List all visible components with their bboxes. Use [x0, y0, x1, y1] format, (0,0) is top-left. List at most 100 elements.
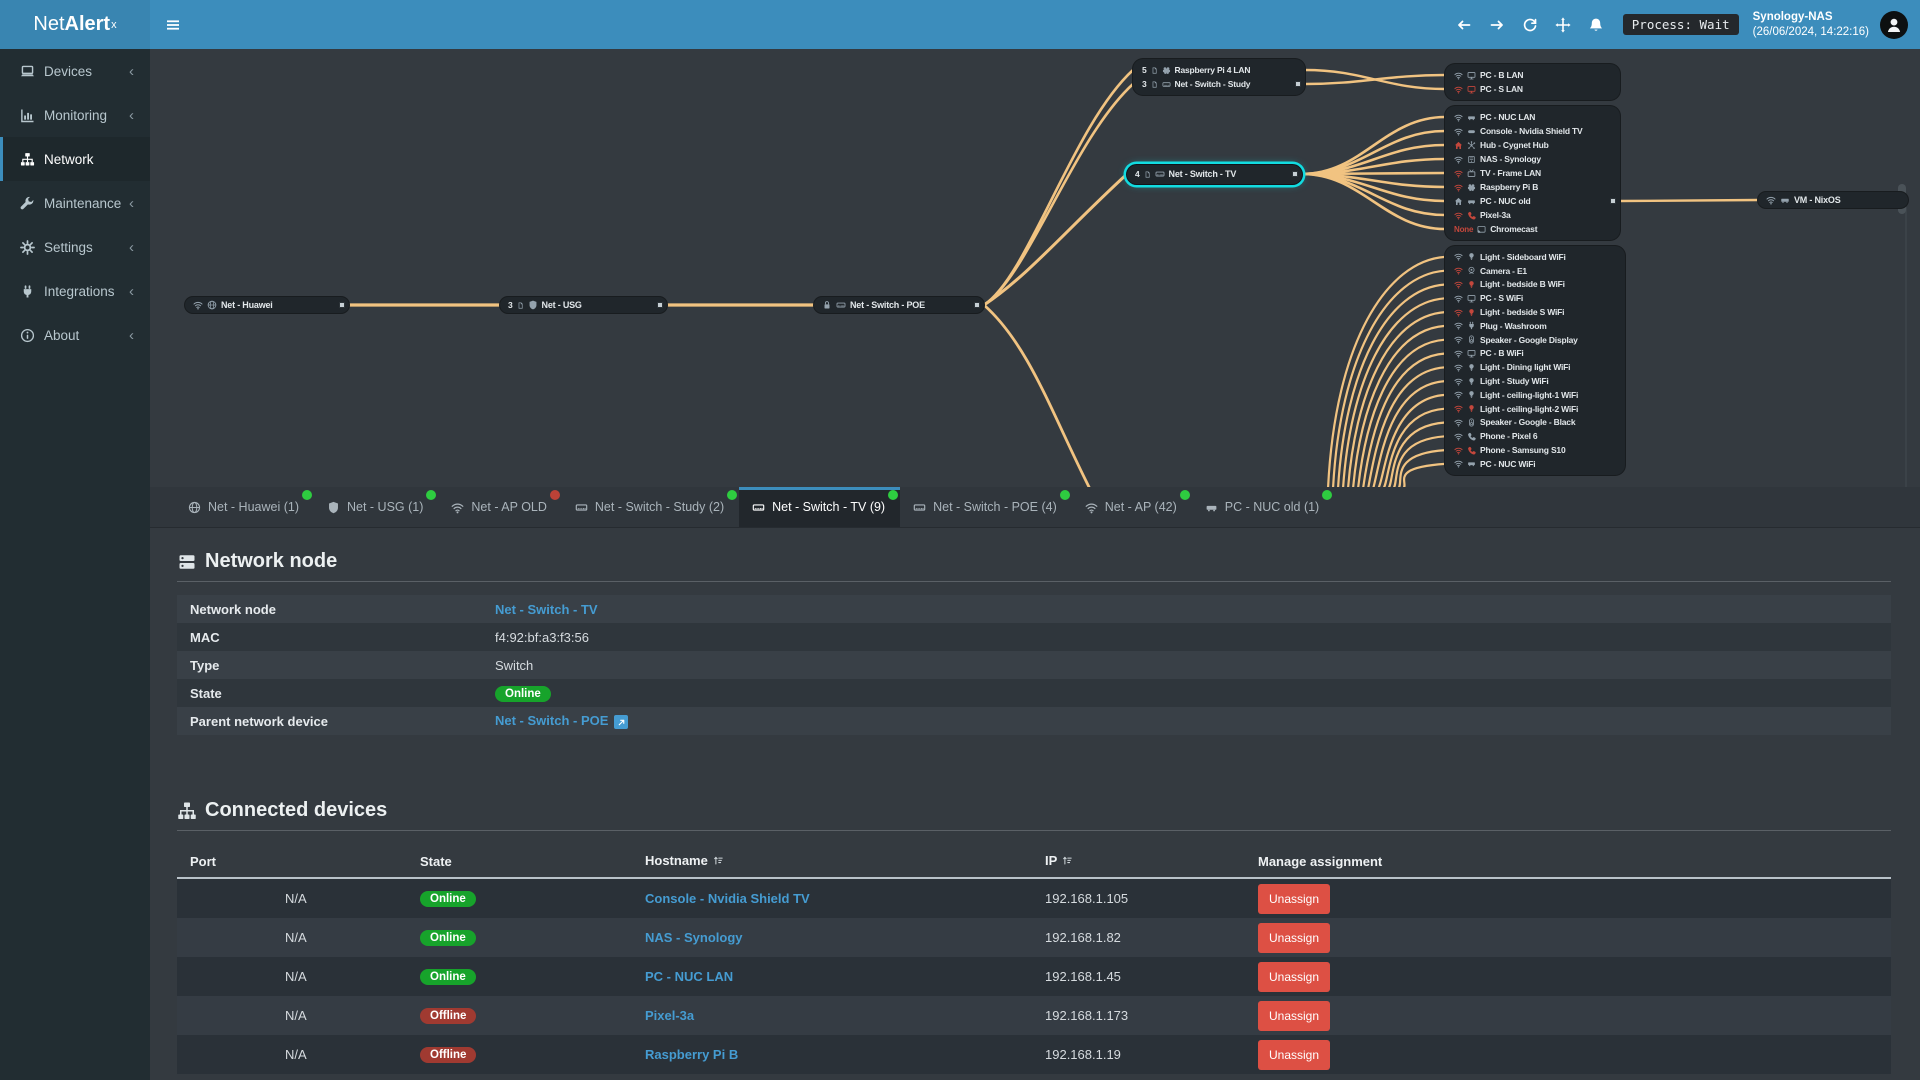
graph-node-net-usg[interactable]: 3 Net - USG: [500, 297, 667, 313]
unassign-button[interactable]: Unassign: [1258, 1000, 1331, 1031]
graph-device-pixel-3a[interactable]: Pixel-3a: [1445, 208, 1620, 222]
state-badge: Online: [495, 685, 551, 702]
sidebar-item-devices[interactable]: Devices ‹: [0, 49, 150, 93]
graph-device-light-bedside-s-wifi[interactable]: Light - bedside S WiFi: [1445, 305, 1625, 319]
sort-icon[interactable]: [713, 854, 724, 869]
graph-device-pc-s-lan[interactable]: PC - S LAN: [1445, 82, 1620, 96]
tab-net-switch-poe-4[interactable]: Net - Switch - POE (4): [900, 487, 1072, 527]
graph-device-pc-nuc-wifi[interactable]: PC - NUC WiFi: [1445, 457, 1625, 471]
device-label: PC - NUC WiFi: [1480, 458, 1536, 469]
sidebar-item-integrations[interactable]: Integrations ‹: [0, 269, 150, 313]
nic-icon: [1205, 501, 1218, 514]
tab-net-switch-study-2[interactable]: Net - Switch - Study (2): [562, 487, 739, 527]
column-header-ip[interactable]: IP: [1045, 853, 1258, 869]
table-header-row: Port State Hostname IP Manage assignment: [177, 845, 1891, 879]
graph-device-chromecast[interactable]: None Chromecast: [1445, 222, 1620, 236]
eth-icon: [1155, 169, 1165, 179]
column-header-label: Hostname: [645, 853, 708, 868]
bulb-icon: [1467, 308, 1476, 317]
unassign-button[interactable]: Unassign: [1258, 1039, 1331, 1070]
graph-node-net-switch-tv[interactable]: 4 Net - Switch - TV: [1127, 164, 1302, 184]
graph-device-pc-nuc-lan[interactable]: PC - NUC LAN: [1445, 110, 1620, 124]
unassign-button[interactable]: Unassign: [1258, 883, 1331, 914]
wifi-icon: [1766, 195, 1776, 205]
action-cell: Unassign: [1258, 961, 1891, 992]
notifications-button[interactable]: [1580, 0, 1613, 49]
hostname-link[interactable]: NAS - Synology: [645, 930, 743, 945]
graph-device-speaker-google-black[interactable]: Speaker - Google - Black: [1445, 416, 1625, 430]
graph-device-net-switch-study[interactable]: 3 Net - Switch - Study: [1133, 77, 1305, 91]
external-link-icon[interactable]: [614, 715, 629, 730]
action-cell: Unassign: [1258, 1039, 1891, 1070]
wifi-icon: [1085, 501, 1098, 514]
tab-pc-nuc-old-1[interactable]: PC - NUC old (1): [1192, 487, 1334, 527]
hostname-cell: Pixel-3a: [645, 1008, 1045, 1023]
nav-move-button[interactable]: [1547, 0, 1580, 49]
graph-device-plug-washroom[interactable]: Plug - Washroom: [1445, 319, 1625, 333]
graph-device-light-bedside-b-wifi[interactable]: Light - bedside B WiFi: [1445, 278, 1625, 292]
graph-node-net-switch-poe[interactable]: Net - Switch - POE: [814, 297, 984, 313]
graph-device-pc-b-lan[interactable]: PC - B LAN: [1445, 68, 1620, 82]
sort-icon[interactable]: [1062, 854, 1073, 869]
graph-device-pc-b-wifi[interactable]: PC - B WiFi: [1445, 347, 1625, 361]
sidebar-toggle-button[interactable]: [150, 0, 196, 49]
graph-device-tv-frame-lan[interactable]: TV - Frame LAN: [1445, 166, 1620, 180]
topology-edge: [1402, 462, 1447, 487]
device-label: Light - bedside B WiFi: [1480, 279, 1565, 290]
sidebar-item-about[interactable]: About ‹: [0, 313, 150, 357]
info-link[interactable]: Net - Switch - POE: [495, 713, 608, 728]
tab-net-switch-tv-9[interactable]: Net - Switch - TV (9): [739, 487, 901, 527]
nav-refresh-button[interactable]: [1514, 0, 1547, 49]
graph-device-phone-pixel-6[interactable]: Phone - Pixel 6: [1445, 429, 1625, 443]
graph-device-phone-samsung-s10[interactable]: Phone - Samsung S10: [1445, 443, 1625, 457]
graph-device-pc-s-wifi[interactable]: PC - S WiFi: [1445, 291, 1625, 305]
sidebar-item-settings[interactable]: Settings ‹: [0, 225, 150, 269]
network-topology-graph[interactable]: Net - Huawei 3 Net - USG Net - Switch - POE…: [150, 49, 1920, 500]
graph-device-light-ceiling-light-2-wifi[interactable]: Light - ceiling-light-2 WiFi: [1445, 402, 1625, 416]
info-value: Online: [495, 685, 1891, 702]
graph-device-hub-cygnet-hub[interactable]: Hub - Cygnet Hub: [1445, 138, 1620, 152]
unassign-button[interactable]: Unassign: [1258, 961, 1331, 992]
graph-device-light-dining-light-wifi[interactable]: Light - Dining light WiFi: [1445, 360, 1625, 374]
graph-device-light-sideboard-wifi[interactable]: Light - Sideboard WiFi: [1445, 250, 1625, 264]
nav-forward-button[interactable]: [1481, 0, 1514, 49]
ip-cell: 192.168.1.82: [1045, 930, 1121, 945]
wifi-icon: [1454, 280, 1463, 289]
tab-net-usg-1[interactable]: Net - USG (1): [314, 487, 438, 527]
graph-device-light-study-wifi[interactable]: Light - Study WiFi: [1445, 374, 1625, 388]
graph-node-net-huawei[interactable]: Net - Huawei: [185, 297, 349, 313]
tab-net-ap-42[interactable]: Net - AP (42): [1072, 487, 1192, 527]
app-logo[interactable]: Net Alert x: [0, 0, 150, 49]
sidebar-item-monitoring[interactable]: Monitoring ‹: [0, 93, 150, 137]
tab-net-huawei-1[interactable]: Net - Huawei (1): [175, 487, 314, 527]
user-avatar[interactable]: [1880, 10, 1908, 39]
camera-icon: [1467, 266, 1476, 275]
graph-device-raspberry-pi-b[interactable]: Raspberry Pi B: [1445, 180, 1620, 194]
graph-device-light-ceiling-light-1-wifi[interactable]: Light - ceiling-light-1 WiFi: [1445, 388, 1625, 402]
nav-back-button[interactable]: [1448, 0, 1481, 49]
sidebar-item-label: Settings: [44, 239, 93, 255]
unassign-button[interactable]: Unassign: [1258, 922, 1331, 953]
hostname-link[interactable]: PC - NUC LAN: [645, 969, 733, 984]
graph-device-speaker-google-display[interactable]: Speaker - Google Display: [1445, 333, 1625, 347]
hostname-link[interactable]: Console - Nvidia Shield TV: [645, 891, 810, 906]
column-header-hostname[interactable]: Hostname: [645, 853, 1045, 869]
graph-device-camera-e1[interactable]: Camera - E1: [1445, 264, 1625, 278]
graph-device-nas-synology[interactable]: NAS - Synology: [1445, 152, 1620, 166]
sidebar-item-network[interactable]: Network: [0, 137, 150, 181]
chevron-left-icon: ‹: [129, 62, 134, 80]
graph-device-pc-nuc-old[interactable]: PC - NUC old: [1445, 194, 1620, 208]
graph-device-console-nvidia-shield-tv[interactable]: Console - Nvidia Shield TV: [1445, 124, 1620, 138]
tab-net-ap-old[interactable]: Net - AP OLD: [438, 487, 562, 527]
child-count: 5: [1142, 65, 1147, 75]
person-icon: [1885, 16, 1903, 34]
info-link[interactable]: Net - Switch - TV: [495, 602, 598, 617]
scrollbar-track[interactable]: [1905, 207, 1907, 500]
graph-device-raspberry-pi-4-lan[interactable]: 5 Raspberry Pi 4 LAN: [1133, 63, 1305, 77]
sidebar-item-maintenance[interactable]: Maintenance ‹: [0, 181, 150, 225]
home-icon: [1454, 141, 1463, 150]
hostname-link[interactable]: Pixel-3a: [645, 1008, 694, 1023]
device-label: PC - B WiFi: [1480, 348, 1524, 359]
graph-node-vm-nixos[interactable]: VM - NixOS: [1758, 192, 1908, 208]
hostname-link[interactable]: Raspberry Pi B: [645, 1047, 738, 1062]
